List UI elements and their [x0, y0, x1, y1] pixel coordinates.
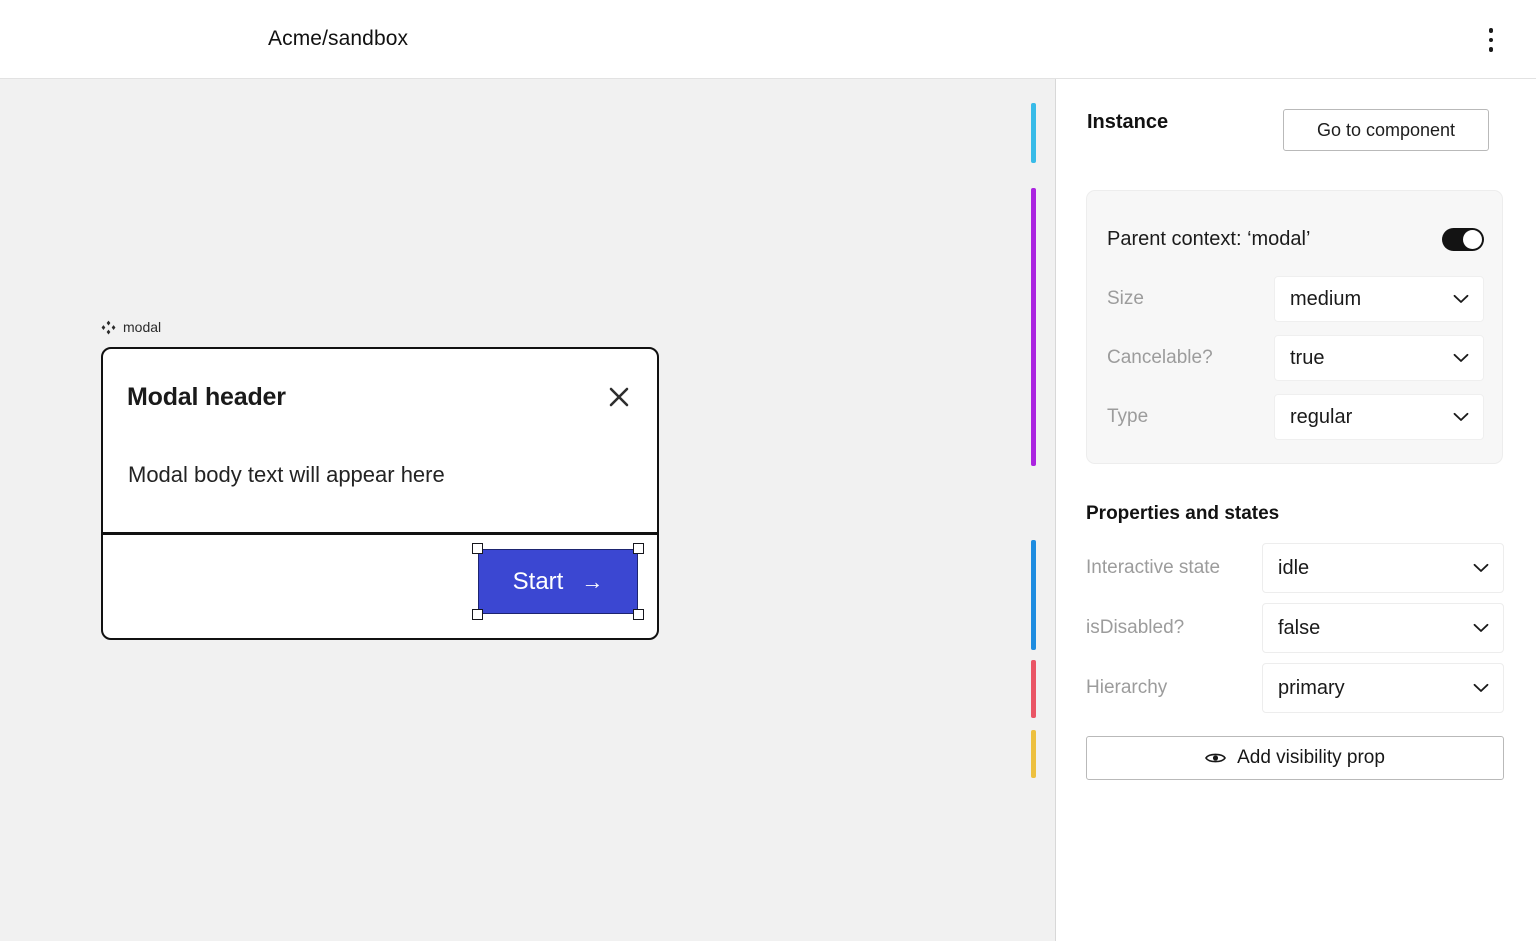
select-type[interactable]: regular	[1274, 394, 1484, 440]
parent-context-toggle[interactable]	[1442, 227, 1484, 251]
inspector-panel: Instance Go to component Parent context:…	[1057, 79, 1536, 941]
field-size: Size medium	[1107, 276, 1484, 322]
canvas-area: modal Modal header Modal body text will …	[0, 79, 1056, 941]
selection-wrapper: Start →	[472, 543, 644, 620]
start-button[interactable]: Start →	[478, 549, 638, 614]
close-icon-glyph	[609, 387, 629, 407]
select-is-disabled[interactable]: false	[1262, 603, 1504, 653]
chevron-down-icon	[1453, 353, 1469, 362]
field-cancelable: Cancelable? true	[1107, 335, 1484, 381]
select-is-disabled-value: false	[1278, 616, 1321, 639]
component-label-text: modal	[123, 319, 162, 335]
add-visibility-prop-label: Add visibility prop	[1237, 747, 1385, 768]
annotation-bar-action-button	[1031, 730, 1036, 778]
page-title: Acme/sandbox	[268, 27, 409, 50]
kebab-dot	[1488, 47, 1494, 52]
select-type-value: regular	[1290, 405, 1353, 428]
field-label-cancelable: Cancelable?	[1107, 347, 1213, 368]
select-cancelable[interactable]: true	[1274, 335, 1484, 381]
selection-handle-top-right[interactable]	[633, 543, 644, 554]
modal-footer-section: Start →	[103, 532, 657, 638]
kebab-dot	[1488, 28, 1494, 33]
modal-header-text: Modal header	[127, 383, 286, 411]
select-hierarchy-value: primary	[1278, 676, 1345, 699]
chevron-down-icon	[1473, 623, 1489, 632]
field-label-type: Type	[1107, 406, 1149, 427]
kebab-dot	[1488, 37, 1494, 43]
kebab-menu-icon[interactable]	[1476, 20, 1506, 60]
modal-top-section: Modal header Modal body text will appear…	[103, 349, 657, 532]
selection-handle-bottom-right[interactable]	[633, 609, 644, 620]
field-type: Type regular	[1107, 394, 1484, 440]
properties-heading: Properties and states	[1086, 503, 1280, 524]
parent-context-card: Parent context: ‘modal’ Size medium Canc…	[1086, 190, 1503, 464]
select-size[interactable]: medium	[1274, 276, 1484, 322]
select-size-value: medium	[1290, 287, 1362, 310]
field-hierarchy: Hierarchy primary	[1086, 663, 1504, 713]
select-interactive-state-value: idle	[1278, 556, 1310, 579]
annotation-bar-stylistic-properties	[1031, 660, 1036, 718]
chevron-down-icon	[1473, 563, 1489, 572]
add-visibility-prop-button[interactable]: Add visibility prop	[1086, 736, 1504, 780]
modal-body-text: Modal body text will appear here	[128, 462, 445, 487]
parent-context-row: Parent context: ‘modal’	[1107, 224, 1484, 254]
field-label-size: Size	[1107, 288, 1144, 309]
chevron-down-icon	[1453, 294, 1469, 303]
field-label-is-disabled: isDisabled?	[1086, 617, 1185, 638]
select-interactive-state[interactable]: idle	[1262, 543, 1504, 593]
field-is-disabled: isDisabled? false	[1086, 603, 1504, 653]
go-to-component-button[interactable]: Go to component	[1283, 109, 1489, 151]
field-interactive-state: Interactive state idle	[1086, 543, 1504, 593]
selection-handle-bottom-left[interactable]	[472, 609, 483, 620]
top-bar: Acme/sandbox	[0, 0, 1536, 79]
modal-preview: Modal header Modal body text will appear…	[101, 347, 659, 640]
component-label: modal	[101, 319, 161, 335]
toggle-knob	[1463, 229, 1482, 249]
chevron-down-icon	[1473, 683, 1489, 692]
chevron-down-icon	[1453, 412, 1469, 421]
select-hierarchy[interactable]: primary	[1262, 663, 1504, 713]
parent-context-label: Parent context: ‘modal’	[1107, 227, 1311, 250]
annotation-bar-necessary-states	[1031, 540, 1036, 650]
select-cancelable-value: true	[1290, 346, 1325, 369]
panel-heading: Instance	[1087, 111, 1169, 133]
field-label-interactive-state: Interactive state	[1086, 557, 1221, 578]
close-icon[interactable]	[604, 382, 634, 412]
arrow-right-icon: →	[581, 568, 604, 594]
field-label-hierarchy: Hierarchy	[1086, 677, 1168, 698]
annotation-bar-instance-submodule	[1031, 103, 1036, 163]
annotation-bar-parent-context-submodule	[1031, 188, 1036, 466]
component-diamond-icon	[101, 320, 116, 334]
eye-icon	[1205, 753, 1227, 763]
selection-handle-top-left[interactable]	[472, 543, 483, 554]
start-button-label: Start	[512, 567, 564, 595]
